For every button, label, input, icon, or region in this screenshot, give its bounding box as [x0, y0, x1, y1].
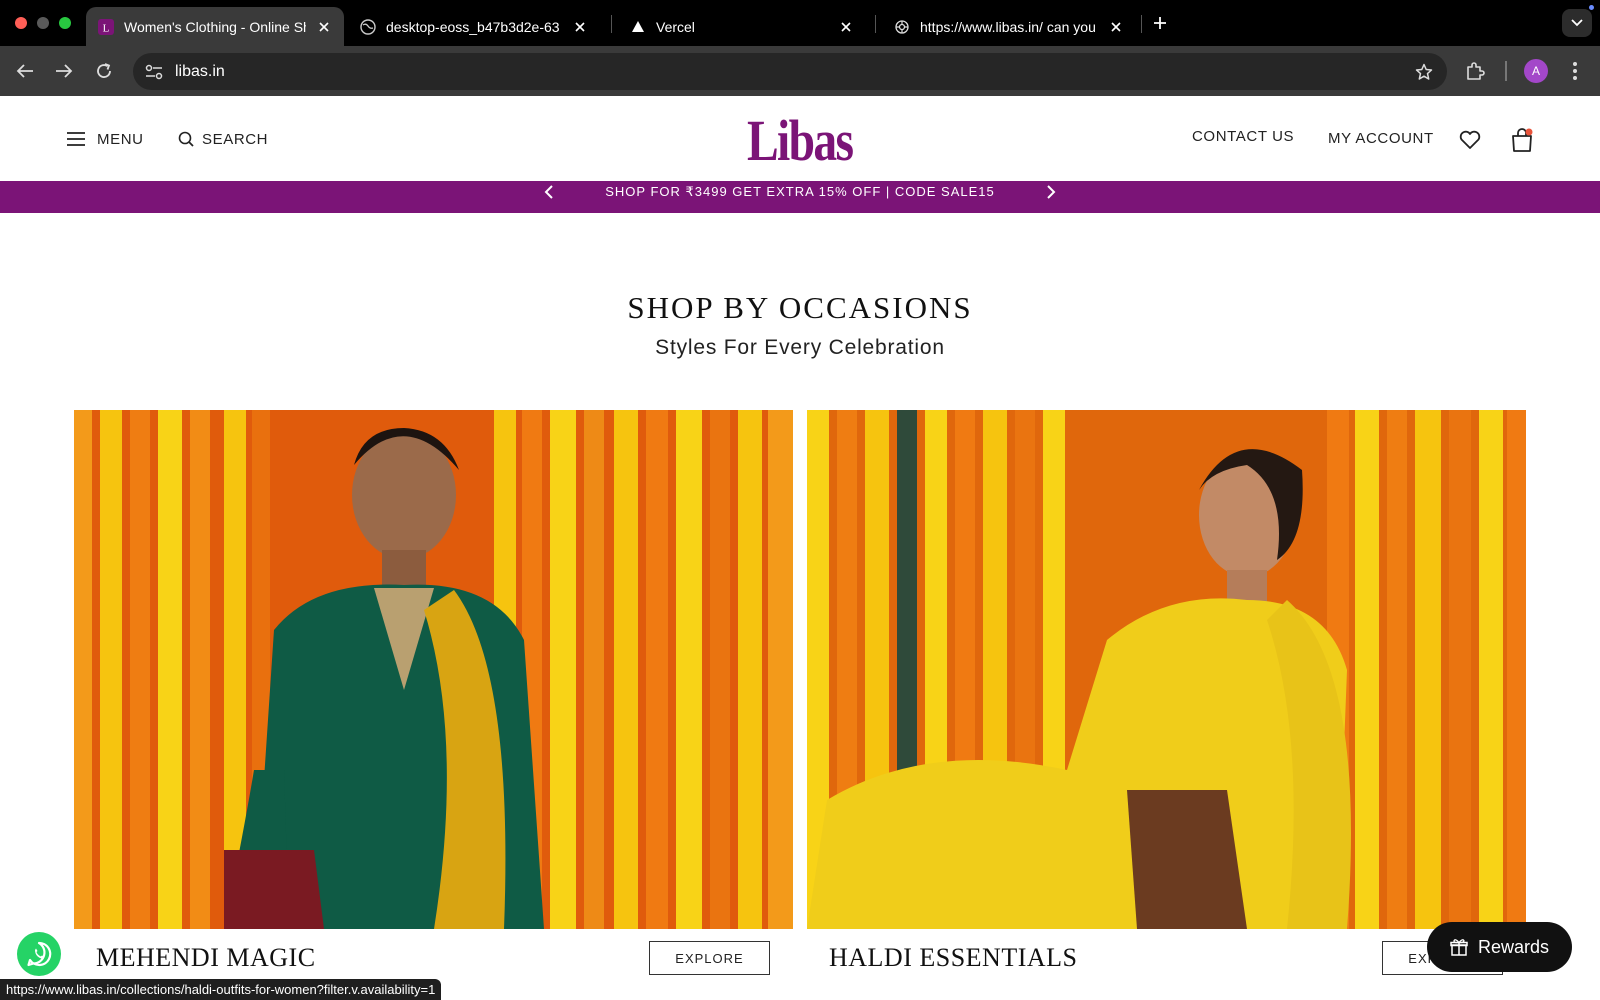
wishlist-heart-icon[interactable] — [1456, 126, 1484, 154]
forward-arrow-icon[interactable] — [49, 56, 79, 86]
card-title-mehendi[interactable]: MEHENDI MAGIC — [96, 943, 316, 973]
mehendi-photo — [74, 410, 793, 929]
cart-bag-icon[interactable] — [1508, 125, 1536, 155]
hamburger-icon — [67, 132, 85, 146]
tab-separator — [1141, 15, 1142, 33]
whatsapp-chat-icon[interactable] — [17, 932, 61, 976]
bookmark-star-icon[interactable] — [1413, 61, 1435, 83]
tab-title: Women's Clothing - Online Sh — [124, 18, 306, 35]
svg-text:Libas: Libas — [747, 110, 854, 173]
tab-desktop-eoss[interactable]: desktop-eoss_b47b3d2e-63 — [348, 7, 600, 46]
back-arrow-icon[interactable] — [10, 56, 40, 86]
search-label: SEARCH — [202, 130, 269, 148]
browser-toolbar: libas.in A — [0, 46, 1600, 96]
search-icon — [178, 131, 194, 147]
rewards-label: Rewards — [1477, 936, 1550, 957]
search-button[interactable]: SEARCH — [178, 126, 268, 152]
rewards-button[interactable]: Rewards — [1427, 922, 1572, 972]
tab-separator — [875, 15, 876, 33]
tab-libas[interactable]: L Women's Clothing - Online Sh — [86, 7, 344, 46]
explore-button-mehendi[interactable]: EXPLORE — [649, 941, 770, 975]
card-title-haldi[interactable]: HALDI ESSENTIALS — [829, 943, 1078, 973]
promo-text[interactable]: SHOP FOR ₹3499 GET EXTRA 15% OFF | CODE … — [0, 181, 1600, 203]
profile-avatar[interactable]: A — [1524, 59, 1548, 83]
menu-button[interactable]: MENU — [67, 126, 144, 152]
libas-logo-wordmark: Libas — [747, 110, 855, 173]
libas-favicon-icon: L — [98, 18, 114, 35]
haldi-photo — [807, 410, 1526, 929]
promo-banner: SHOP FOR ₹3499 GET EXTRA 15% OFF | CODE … — [0, 181, 1600, 213]
address-bar[interactable]: libas.in — [133, 53, 1447, 90]
tab-separator — [611, 15, 612, 33]
promo-next-chevron-icon[interactable] — [1042, 183, 1060, 201]
tab-title: https://www.libas.in/ can you — [920, 18, 1096, 35]
vercel-triangle-icon — [630, 19, 646, 35]
site-header: MENU SEARCH Libas CONTACT US MY ACCOUNT — [0, 96, 1600, 181]
tab-title: Vercel — [656, 18, 695, 35]
tab-close-icon[interactable] — [316, 19, 332, 35]
contact-us-link[interactable]: CONTACT US — [1192, 128, 1294, 145]
menu-label: MENU — [97, 130, 144, 148]
section-subtitle: Styles For Every Celebration — [655, 336, 945, 359]
tab-libas-question[interactable]: https://www.libas.in/ can you — [882, 7, 1136, 46]
browser-tab-bar: L Women's Clothing - Online Sh desktop-e… — [0, 0, 1600, 46]
tab-close-icon[interactable] — [838, 19, 854, 35]
tab-search-chevron-icon[interactable] — [1562, 9, 1592, 37]
tab-close-icon[interactable] — [572, 19, 588, 35]
haldi-essentials-image[interactable] — [807, 410, 1526, 929]
window-minimize-button[interactable] — [37, 17, 49, 29]
gift-icon — [1450, 939, 1468, 956]
window-zoom-button[interactable] — [59, 17, 71, 29]
extensions-puzzle-icon[interactable] — [1462, 58, 1488, 84]
link-status-url: https://www.libas.in/collections/haldi-o… — [0, 979, 442, 1000]
update-indicator-dot — [1589, 5, 1594, 10]
tab-close-icon[interactable] — [1108, 19, 1124, 35]
svg-text:L: L — [103, 22, 110, 34]
url-text: libas.in — [175, 63, 225, 80]
window-close-button[interactable] — [15, 17, 27, 29]
libas-page: MENU SEARCH Libas CONTACT US MY ACCOUNT … — [0, 96, 1600, 1000]
my-account-link[interactable]: MY ACCOUNT — [1328, 130, 1434, 147]
site-info-icon[interactable] — [143, 61, 165, 83]
globe-icon — [360, 18, 376, 35]
new-tab-plus-icon[interactable] — [1149, 12, 1171, 34]
browser-menu-kebab-icon[interactable] — [1562, 58, 1588, 84]
mehendi-magic-image[interactable] — [74, 410, 793, 929]
tab-vercel[interactable]: Vercel — [618, 7, 866, 46]
openai-icon — [894, 19, 910, 35]
toolbar-separator — [1505, 61, 1507, 81]
tab-title: desktop-eoss_b47b3d2e-63 — [386, 18, 560, 35]
section-title: SHOP BY OCCASIONS — [627, 290, 973, 325]
reload-icon[interactable] — [89, 56, 119, 86]
libas-logo[interactable]: Libas — [730, 104, 870, 174]
